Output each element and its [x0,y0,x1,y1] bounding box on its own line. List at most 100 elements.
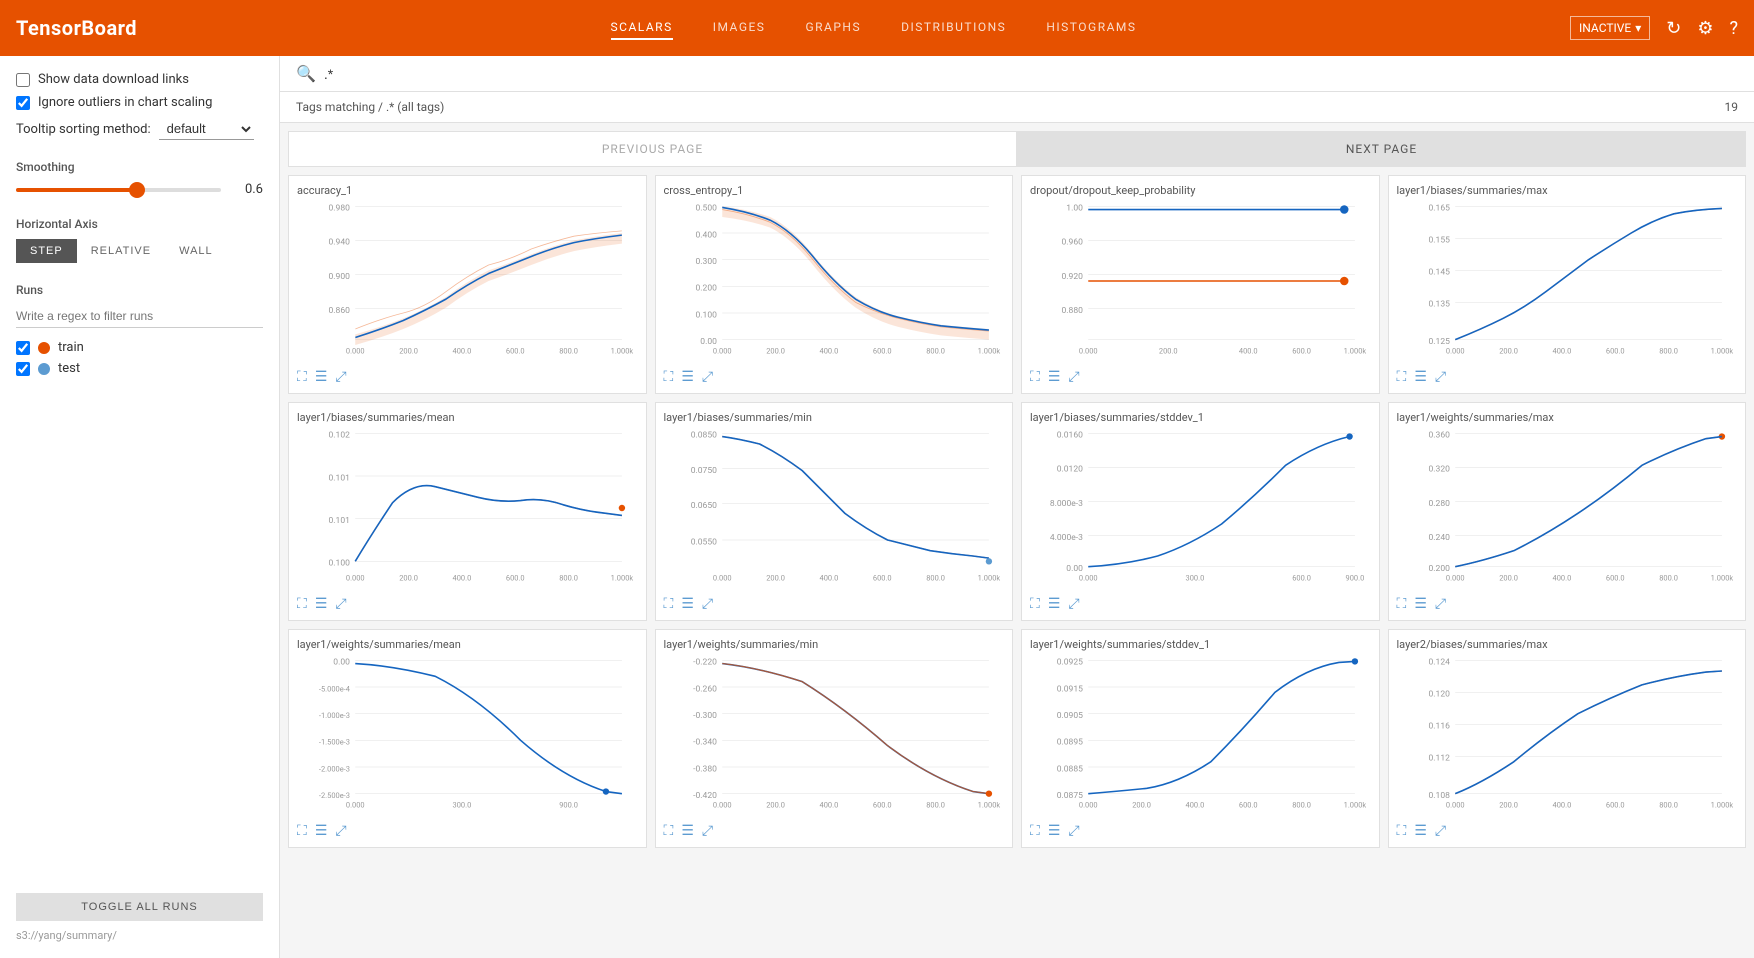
svg-text:600.0: 600.0 [1292,347,1311,356]
h-axis-step-btn[interactable]: STEP [16,239,77,263]
expand-icon[interactable]: ⛶ [1030,596,1040,612]
svg-text:200.0: 200.0 [766,801,785,810]
fullscreen-icon[interactable]: ⤢ [335,823,346,839]
fullscreen-icon[interactable]: ⤢ [702,369,713,385]
fullscreen-icon[interactable]: ⤢ [702,596,713,612]
smoothing-title: Smoothing [16,160,263,174]
list-icon[interactable]: ☰ [681,596,694,612]
expand-icon[interactable]: ⛶ [664,596,674,612]
list-icon[interactable]: ☰ [1048,823,1061,839]
expand-icon[interactable]: ⛶ [1397,369,1407,385]
svg-text:0.145: 0.145 [1428,268,1450,278]
chart-title: layer2/biases/summaries/max [1397,638,1738,651]
expand-icon[interactable]: ⛶ [1397,596,1407,612]
refresh-icon[interactable]: ↻ [1666,18,1681,39]
show-download-checkbox[interactable] [16,73,30,87]
main-nav: SCALARS IMAGES GRAPHS DISTRIBUTIONS HIST… [177,16,1570,40]
svg-text:0.0550: 0.0550 [690,537,716,547]
svg-text:1.00: 1.00 [1066,204,1083,214]
svg-text:1.000k: 1.000k [1344,801,1367,810]
expand-icon[interactable]: ⛶ [1030,823,1040,839]
svg-text:-0.380: -0.380 [693,764,717,774]
h-axis-relative-btn[interactable]: RELATIVE [77,239,165,263]
next-page-button[interactable]: NEXT PAGE [1017,131,1746,167]
nav-graphs[interactable]: GRAPHS [805,16,861,40]
list-icon[interactable]: ☰ [1048,596,1061,612]
toggle-all-runs-button[interactable]: TOGGLE ALL RUNS [16,893,263,921]
list-icon[interactable]: ☰ [681,823,694,839]
svg-text:-0.420: -0.420 [693,791,717,801]
svg-text:200.0: 200.0 [399,347,418,356]
help-icon[interactable]: ? [1729,18,1738,39]
list-icon[interactable]: ☰ [315,596,328,612]
chart-area: 0.0925 0.0915 0.0905 0.0895 0.0885 0.087… [1030,655,1371,815]
expand-icon[interactable]: ⛶ [664,823,674,839]
main-layout: Show data download links Ignore outliers… [0,56,1754,958]
fullscreen-icon[interactable]: ⤢ [1068,596,1079,612]
header-icons: ↻ ⚙ ? [1666,18,1738,39]
fullscreen-icon[interactable]: ⤢ [1435,596,1446,612]
ignore-outliers-checkbox[interactable] [16,96,30,110]
svg-text:0.200: 0.200 [1428,564,1450,574]
svg-text:1.000k: 1.000k [611,574,634,583]
expand-icon[interactable]: ⛶ [1397,823,1407,839]
chart-area: 0.0160 0.0120 8.000e-3 4.000e-3 0.00 0.0… [1030,428,1371,588]
list-icon[interactable]: ☰ [1414,369,1427,385]
chart-l1-weight-min: layer1/weights/summaries/min -0.220 -0.2… [655,629,1014,848]
expand-icon[interactable]: ⛶ [1030,369,1040,385]
svg-text:0.860: 0.860 [329,306,351,316]
h-axis-wall-btn[interactable]: WALL [165,239,227,263]
svg-text:1.000k: 1.000k [1710,347,1733,356]
tooltip-select[interactable]: default ascending descending [159,118,254,140]
fullscreen-icon[interactable]: ⤢ [335,596,346,612]
svg-text:400.0: 400.0 [1239,347,1258,356]
svg-text:600.0: 600.0 [872,347,891,356]
svg-text:-2.500e-3: -2.500e-3 [319,791,350,800]
list-icon[interactable]: ☰ [1048,369,1061,385]
run-test-checkbox[interactable] [16,362,30,376]
svg-text:0.0895: 0.0895 [1057,738,1083,748]
svg-text:800.0: 800.0 [926,801,945,810]
expand-icon[interactable]: ⛶ [664,369,674,385]
smoothing-slider[interactable] [16,188,221,192]
show-download-label: Show data download links [38,72,189,87]
nav-distributions[interactable]: DISTRIBUTIONS [901,16,1006,40]
runs-filter-input[interactable] [16,305,263,328]
expand-icon[interactable]: ⛶ [297,369,307,385]
settings-icon[interactable]: ⚙ [1697,18,1713,39]
svg-text:0.100: 0.100 [695,310,717,320]
chart-area: 0.980 0.940 0.900 0.860 0.000 200.0 4 [297,201,638,361]
fullscreen-icon[interactable]: ⤢ [1435,369,1446,385]
tooltip-row: Tooltip sorting method: default ascendin… [16,118,263,140]
list-icon[interactable]: ☰ [1414,596,1427,612]
fullscreen-icon[interactable]: ⤢ [1068,823,1079,839]
expand-icon[interactable]: ⛶ [297,823,307,839]
nav-histograms[interactable]: HISTOGRAMS [1046,16,1136,40]
svg-text:0.900: 0.900 [329,272,351,282]
svg-text:800.0: 800.0 [559,347,578,356]
tags-label: Tags matching / .* (all tags) [296,100,444,114]
inactive-dropdown[interactable]: INACTIVE ▾ [1570,16,1650,40]
prev-page-button[interactable]: PREVIOUS PAGE [288,131,1017,167]
svg-text:200.0: 200.0 [766,574,785,583]
run-train-checkbox[interactable] [16,341,30,355]
app-header: TensorBoard SCALARS IMAGES GRAPHS DISTRI… [0,0,1754,56]
search-icon: 🔍 [296,64,316,83]
fullscreen-icon[interactable]: ⤢ [1435,823,1446,839]
fullscreen-icon[interactable]: ⤢ [1068,369,1079,385]
svg-text:0.000: 0.000 [712,801,731,810]
list-icon[interactable]: ☰ [681,369,694,385]
search-input[interactable] [324,66,1738,82]
svg-text:0.000: 0.000 [346,574,365,583]
nav-scalars[interactable]: SCALARS [611,16,673,40]
svg-text:0.500: 0.500 [695,204,717,214]
list-icon[interactable]: ☰ [1414,823,1427,839]
list-icon[interactable]: ☰ [315,823,328,839]
expand-icon[interactable]: ⛶ [297,596,307,612]
list-icon[interactable]: ☰ [315,369,328,385]
tooltip-label: Tooltip sorting method: [16,122,151,137]
tags-count: 19 [1725,100,1739,114]
fullscreen-icon[interactable]: ⤢ [335,369,346,385]
fullscreen-icon[interactable]: ⤢ [702,823,713,839]
nav-images[interactable]: IMAGES [713,16,766,40]
